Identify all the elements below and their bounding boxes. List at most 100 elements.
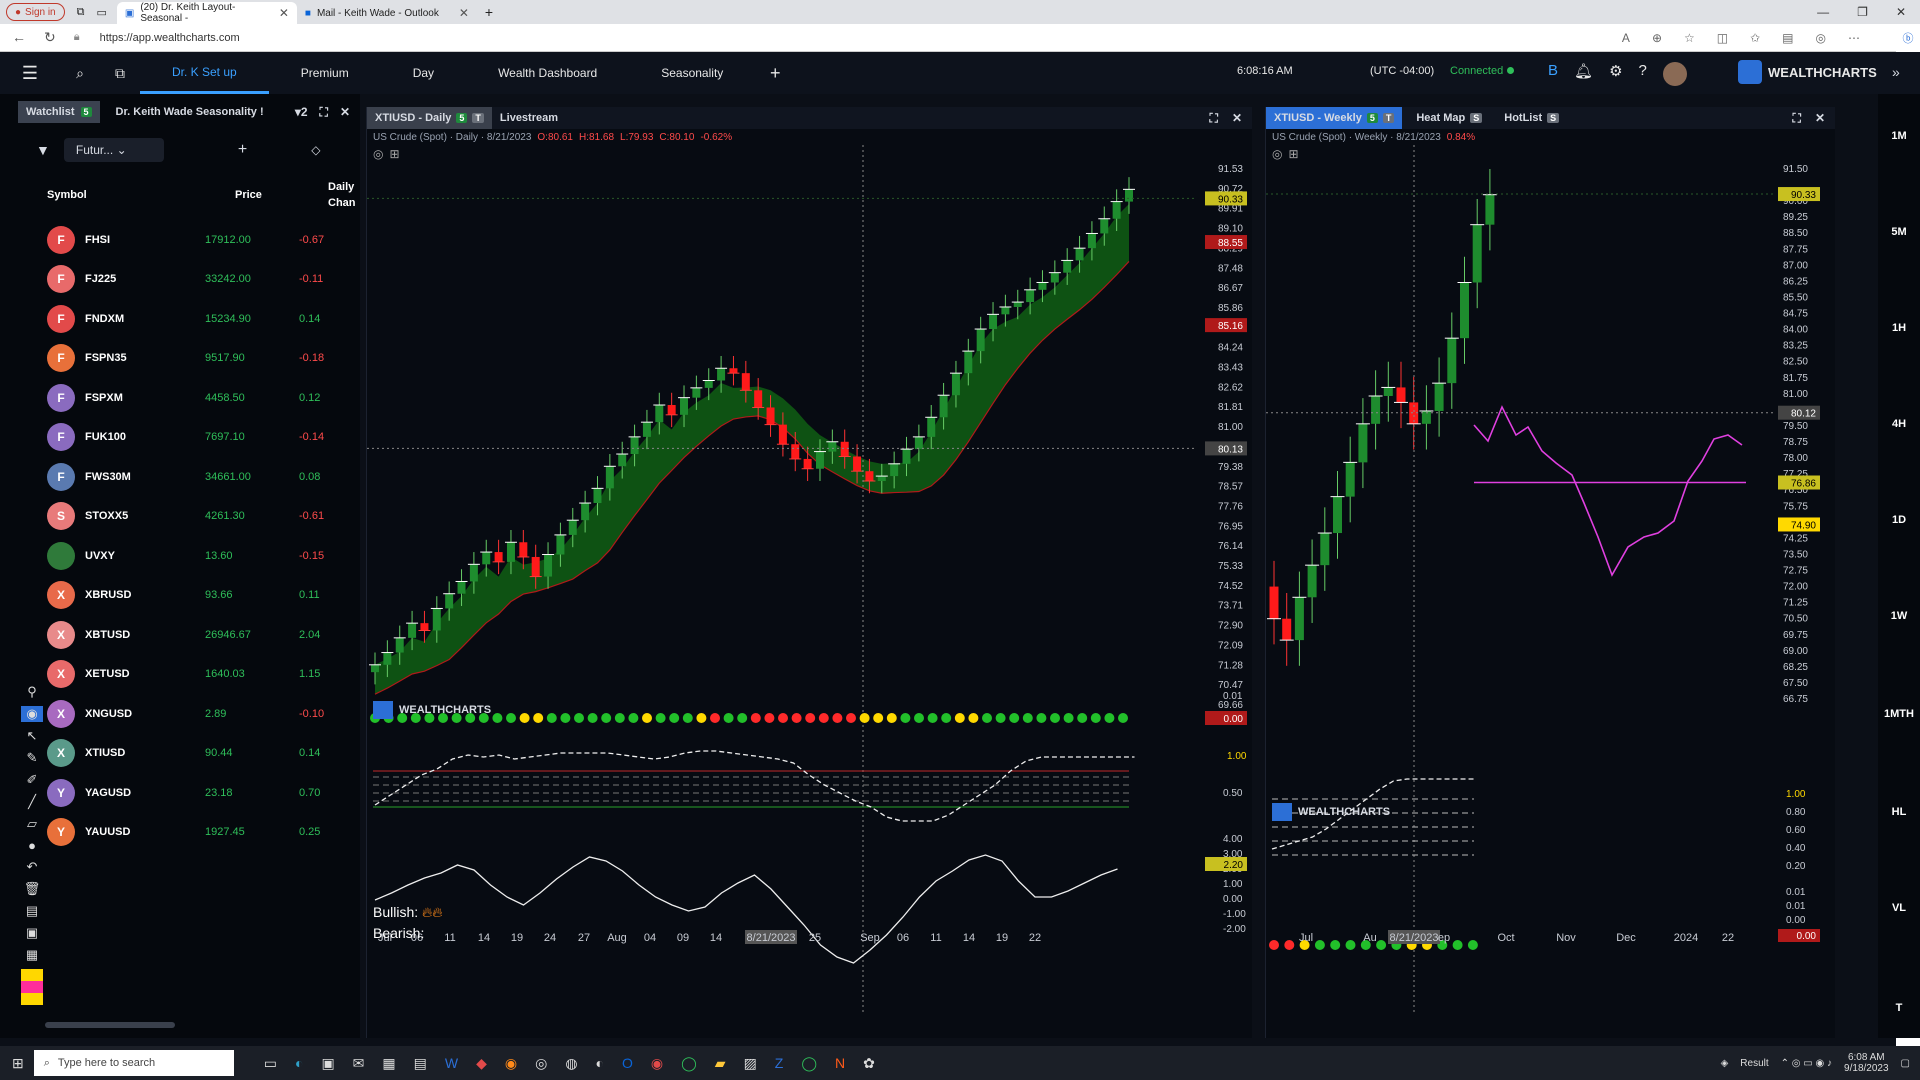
mail-icon[interactable]: ✉ bbox=[353, 1055, 365, 1072]
watchlist-row[interactable]: F FSPN35 9517.90 -0.18 bbox=[0, 339, 360, 379]
more-icon[interactable]: ⋯ bbox=[1848, 31, 1860, 45]
new-tab-button[interactable]: + bbox=[485, 4, 493, 20]
split-screen-icon[interactable]: ◫ bbox=[1717, 31, 1728, 45]
word-icon[interactable]: W bbox=[445, 1055, 458, 1072]
eraser-icon[interactable]: ◇ bbox=[311, 143, 320, 157]
settings-icon[interactable]: ◎ bbox=[1272, 147, 1282, 161]
app-icon[interactable]: N bbox=[835, 1055, 845, 1072]
back-icon[interactable]: ← bbox=[12, 29, 26, 46]
avatar[interactable] bbox=[1662, 62, 1687, 86]
taskbar-clock[interactable]: 6:08 AM 9/18/2023 bbox=[1844, 1052, 1889, 1074]
pencil-icon[interactable]: ✎ bbox=[27, 750, 38, 766]
app-icon[interactable]: ▦ bbox=[382, 1055, 395, 1072]
help-icon[interactable]: ? bbox=[1639, 62, 1647, 86]
windows-start-icon[interactable]: ⊞ bbox=[12, 1055, 24, 1072]
search-icon[interactable]: ⌕ bbox=[60, 65, 100, 82]
add-study-icon[interactable]: ⊞ bbox=[1288, 147, 1298, 161]
teams-icon[interactable]: ▤ bbox=[414, 1055, 427, 1072]
restore-icon[interactable]: ❐ bbox=[1857, 5, 1868, 19]
obs-icon[interactable]: ◎ bbox=[535, 1055, 547, 1072]
close-tab-icon[interactable]: ✕ bbox=[459, 6, 469, 20]
app-icon[interactable]: ◍ bbox=[565, 1055, 577, 1072]
watchlist-row[interactable]: S STOXX5 4261.30 -0.61 bbox=[0, 497, 360, 537]
tab-seasonality-list[interactable]: Dr. Keith Wade Seasonality ! bbox=[108, 101, 272, 123]
tray-icons[interactable]: ⌃ ◎ ▭ ◉ ♪ bbox=[1781, 1058, 1832, 1069]
edge-icon[interactable]: ◐ bbox=[295, 1055, 303, 1072]
tab-premium[interactable]: Premium bbox=[269, 52, 381, 94]
refresh-icon[interactable]: ↻ bbox=[44, 29, 56, 46]
maximize-icon[interactable]: ⛶ bbox=[320, 105, 328, 120]
layouts-icon[interactable]: ⧉ bbox=[100, 65, 140, 82]
extensions-icon[interactable]: ◎ bbox=[1816, 31, 1826, 45]
tab-day[interactable]: Day bbox=[381, 52, 466, 94]
collections-icon[interactable]: ▤ bbox=[1782, 31, 1793, 45]
brush-icon[interactable]: ✐ bbox=[27, 772, 38, 788]
sign-in-button[interactable]: ● Sign in bbox=[6, 3, 65, 21]
clipboard-icon[interactable]: ▦ bbox=[26, 947, 38, 963]
browser-tab-wealthcharts[interactable]: ▣ (20) Dr. Keith Layout-Seasonal - ✕ bbox=[116, 2, 297, 24]
close-icon[interactable]: ✕ bbox=[340, 105, 350, 120]
timeframe-1h[interactable]: 1H bbox=[1892, 322, 1906, 334]
zoom-icon[interactable]: Z bbox=[775, 1055, 784, 1072]
cursor-icon[interactable]: ↖ bbox=[27, 728, 38, 744]
app-icon[interactable]: ◐ bbox=[596, 1055, 604, 1072]
watchlist-row[interactable]: UVXY 13.60 -0.15 bbox=[0, 536, 360, 576]
save-icon[interactable]: B bbox=[1548, 62, 1558, 86]
timeframe-vl[interactable]: VL bbox=[1892, 902, 1906, 914]
column-price[interactable]: Price bbox=[235, 189, 328, 201]
ruler-icon[interactable]: ▱ bbox=[27, 816, 37, 832]
watchlist-row[interactable]: X XETUSD 1640.03 1.15 bbox=[0, 655, 360, 695]
eye-icon[interactable]: ◉ bbox=[21, 706, 43, 722]
tab-dr-k-setup[interactable]: Dr. K Set up bbox=[140, 52, 269, 94]
timezone[interactable]: (UTC -04:00) bbox=[1370, 65, 1434, 77]
watchlist-row[interactable]: F FWS30M 34661.00 0.08 bbox=[0, 457, 360, 497]
minimize-icon[interactable]: — bbox=[1817, 5, 1829, 19]
browser-tab-outlook[interactable]: ■ Mail - Keith Wade - Outlook ✕ bbox=[297, 2, 477, 24]
watchlist-row[interactable]: F FUK100 7697.10 -0.14 bbox=[0, 418, 360, 458]
timeframe-4h[interactable]: 4H bbox=[1892, 418, 1906, 430]
close-icon[interactable]: ✕ bbox=[1815, 111, 1825, 126]
task-view-icon[interactable]: ▭ bbox=[264, 1055, 277, 1072]
collapse-icon[interactable]: » bbox=[1892, 64, 1900, 80]
tab-watchlist[interactable]: Watchlist 5 bbox=[18, 101, 100, 123]
watchlist-scrollbar[interactable] bbox=[45, 1022, 175, 1028]
watchlist-row[interactable]: Y YAUUSD 1927.45 0.25 bbox=[0, 813, 360, 853]
watchlist-row[interactable]: X XBTUSD 26946.67 2.04 bbox=[0, 615, 360, 655]
read-aloud-icon[interactable]: A bbox=[1622, 31, 1630, 45]
taskbar-search[interactable]: ⌕ Type here to search bbox=[33, 1050, 234, 1076]
line-icon[interactable]: ╱ bbox=[28, 794, 36, 810]
add-symbol-button[interactable]: + bbox=[238, 141, 247, 159]
tab-actions-icon[interactable]: ▭ bbox=[96, 6, 106, 19]
column-symbol[interactable]: Symbol bbox=[47, 189, 235, 201]
app-icon[interactable]: ✿ bbox=[863, 1055, 875, 1072]
watchlist-row[interactable]: X XTIUSD 90.44 0.14 bbox=[0, 734, 360, 774]
weekly-chart-canvas[interactable]: 91.5090.0089.2588.5087.7587.0086.2585.50… bbox=[1266, 145, 1836, 1038]
close-window-icon[interactable]: ✕ bbox=[1896, 5, 1906, 19]
folder-icon[interactable]: ▰ bbox=[715, 1055, 726, 1072]
zoom-icon[interactable]: ⊕ bbox=[1652, 31, 1662, 45]
timeframe-1mth[interactable]: 1MTH bbox=[1884, 708, 1914, 720]
add-study-icon[interactable]: ⊞ bbox=[389, 147, 399, 161]
watchlist-row[interactable]: F FNDXM 15234.90 0.14 bbox=[0, 299, 360, 339]
add-tab-button[interactable]: + bbox=[755, 63, 795, 84]
daily-chart-canvas[interactable]: 91.5390.7289.9189.1088.2987.4886.6785.86… bbox=[367, 145, 1253, 1038]
menu-icon[interactable]: ☰ bbox=[0, 63, 60, 84]
timeframe-1m[interactable]: 1M bbox=[1891, 130, 1906, 142]
store-icon[interactable]: ▣ bbox=[321, 1055, 334, 1072]
favorites-icon[interactable]: ✩ bbox=[1750, 31, 1760, 45]
result-icon[interactable]: ◈ bbox=[1721, 1058, 1729, 1069]
timeframe-hl[interactable]: HL bbox=[1892, 806, 1907, 818]
watchlist-row[interactable]: F FHSI 17912.00 -0.67 bbox=[0, 220, 360, 260]
pin-icon[interactable]: ⚲ bbox=[27, 684, 37, 700]
settings-icon[interactable]: ◎ bbox=[373, 147, 383, 161]
color-picker[interactable] bbox=[21, 969, 43, 1005]
tab-hotlist[interactable]: HotList S bbox=[1496, 107, 1567, 129]
close-tab-icon[interactable]: ✕ bbox=[279, 6, 289, 20]
bell-icon[interactable]: 🔔︎ bbox=[1574, 62, 1593, 86]
tab-xtiusd-daily[interactable]: XTIUSD - Daily 5 T bbox=[367, 107, 492, 129]
column-change[interactable]: Daily Chan bbox=[328, 179, 358, 211]
trash-icon[interactable]: 🗑︎ bbox=[24, 881, 41, 897]
watchlist-row[interactable]: F FSPXM 4458.50 0.12 bbox=[0, 378, 360, 418]
app-icon[interactable]: ▨ bbox=[744, 1055, 757, 1072]
watchlist-row[interactable]: F FJ225 33242.00 -0.11 bbox=[0, 260, 360, 300]
